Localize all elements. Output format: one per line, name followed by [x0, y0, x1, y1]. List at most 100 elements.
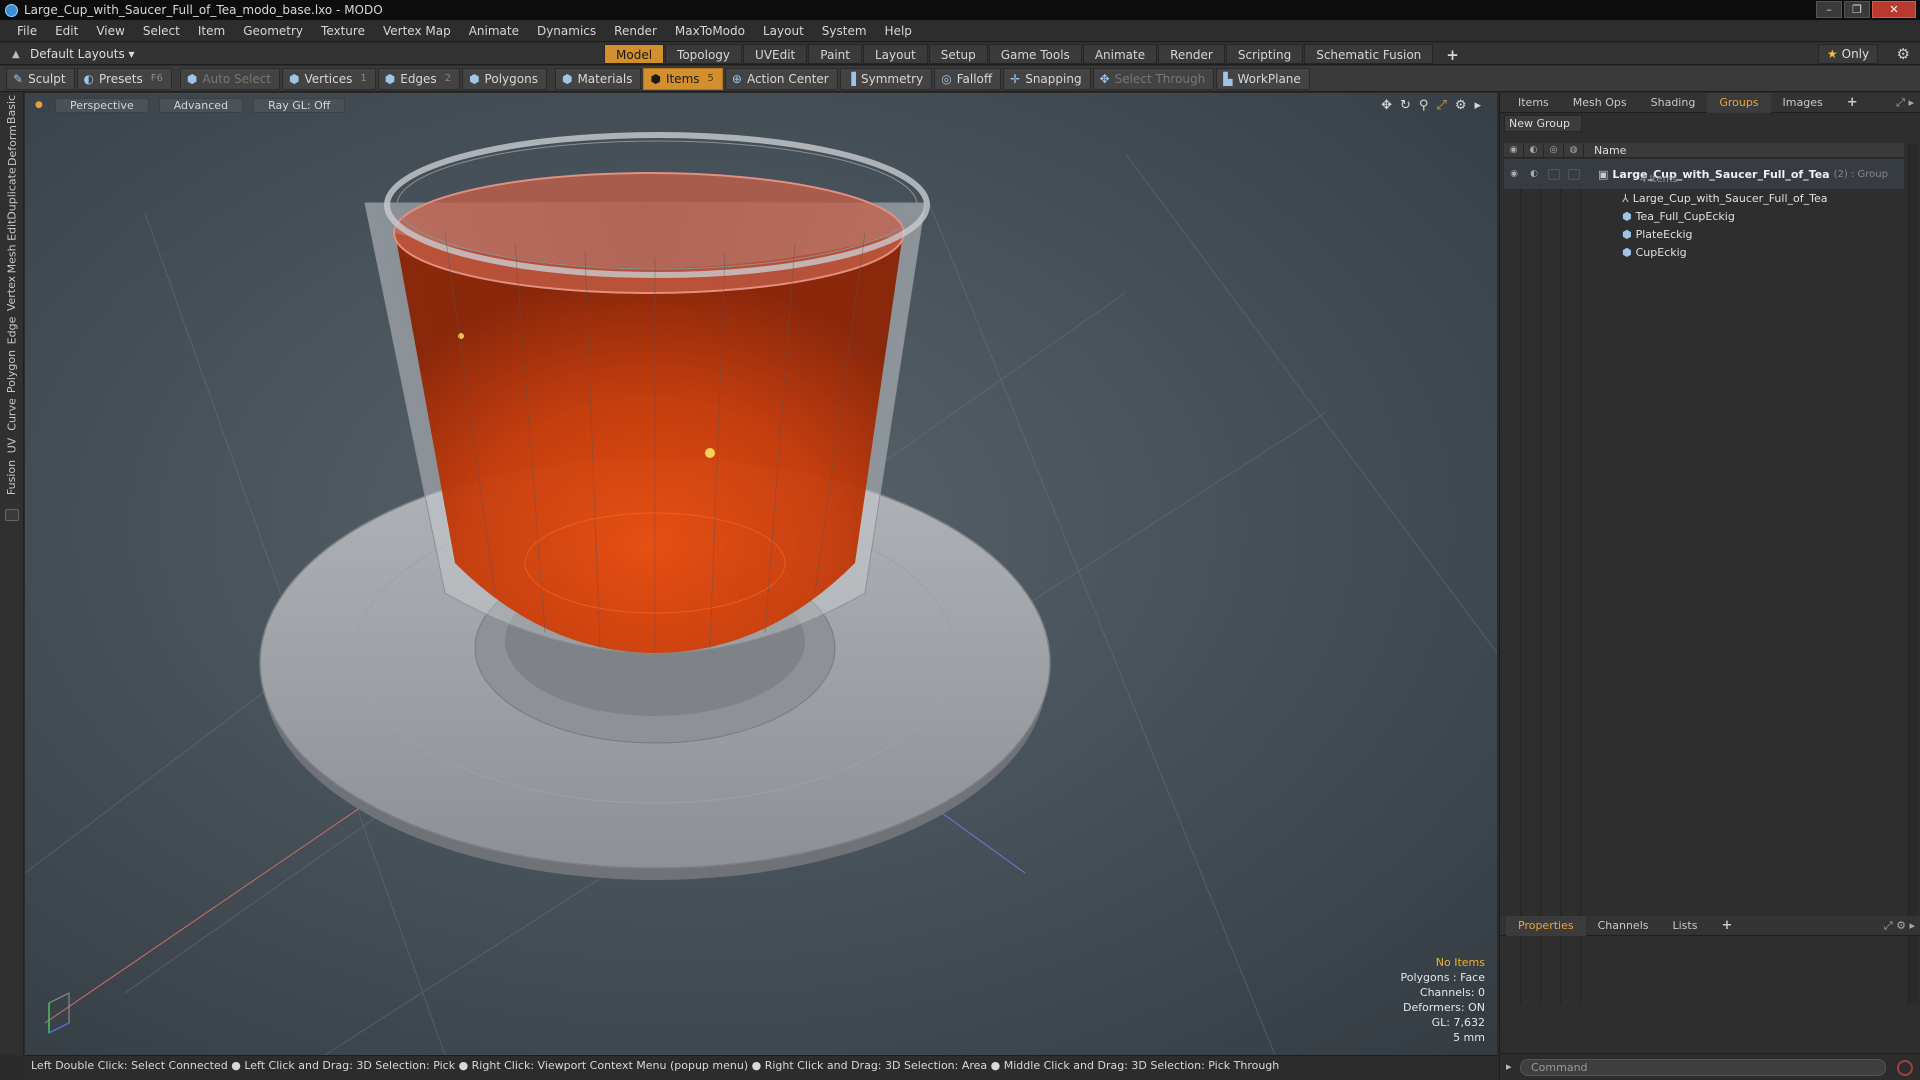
shading-mode-selector[interactable]: Advanced	[158, 98, 244, 113]
menu-select[interactable]: Select	[134, 20, 189, 42]
layout-selector[interactable]: ▲ Default Layouts ▾	[6, 47, 145, 61]
menu-layout[interactable]: Layout	[754, 20, 813, 42]
menu-help[interactable]: Help	[876, 20, 921, 42]
new-group-button[interactable]: New Group	[1504, 115, 1582, 132]
tab-properties[interactable]: Properties	[1506, 915, 1586, 936]
tab-groups[interactable]: Groups	[1707, 92, 1771, 113]
select-column-icon[interactable]: ◍	[1564, 142, 1584, 158]
sidebar-tab-polygon[interactable]: Polygon	[3, 349, 21, 393]
symmetry-button[interactable]: ▐ Symmetry	[839, 67, 933, 90]
select-through-button[interactable]: ✥ Select Through	[1092, 67, 1215, 90]
3d-viewport[interactable]: ● Perspective Advanced Ray GL: Off ✥ ↻ ⚲…	[25, 93, 1497, 1055]
add-panel-tab-button[interactable]: +	[1835, 93, 1870, 113]
panel-expand-icon[interactable]: ⤢ ▸	[1896, 96, 1914, 110]
rotate-icon[interactable]: ↻	[1400, 98, 1411, 113]
restore-button[interactable]: ❐	[1844, 1, 1870, 18]
fit-icon[interactable]: ⤢	[1436, 98, 1446, 113]
only-button[interactable]: ★ Only	[1818, 44, 1878, 64]
menu-vertex-map[interactable]: Vertex Map	[374, 20, 460, 42]
tab-channels[interactable]: Channels	[1586, 916, 1661, 936]
tab-game-tools[interactable]: Game Tools	[988, 44, 1082, 64]
command-input[interactable]	[1520, 1059, 1886, 1076]
zoom-icon[interactable]: ⚲	[1419, 98, 1429, 113]
tab-model[interactable]: Model	[604, 44, 665, 64]
tab-scripting[interactable]: Scripting	[1225, 44, 1304, 64]
menu-file[interactable]: File	[8, 20, 46, 42]
tab-images[interactable]: Images	[1771, 93, 1835, 113]
sidebar-tab-basic[interactable]: Basic	[3, 94, 21, 123]
lock-toggle[interactable]	[1548, 168, 1560, 180]
sidebar-tab-vertex[interactable]: Vertex	[3, 275, 21, 311]
gear-icon[interactable]: ⚙	[1897, 45, 1910, 63]
tab-setup[interactable]: Setup	[928, 44, 988, 64]
presets-button[interactable]: ◐ Presets F6	[76, 67, 172, 90]
add-properties-tab-button[interactable]: +	[1709, 916, 1744, 936]
menu-view[interactable]: View	[87, 20, 133, 42]
tab-topology[interactable]: Topology	[665, 44, 743, 64]
viewport-menu-icon[interactable]: ●	[35, 98, 45, 113]
tab-paint[interactable]: Paint	[808, 44, 862, 64]
tab-uvedit[interactable]: UVEdit	[743, 44, 808, 64]
materials-button[interactable]: ⬢ Materials	[554, 67, 642, 90]
tab-render[interactable]: Render	[1158, 44, 1225, 64]
sidebar-tab-curve[interactable]: Curve	[3, 397, 21, 431]
menu-item[interactable]: Item	[189, 20, 234, 42]
sidebar-expand-icon[interactable]	[5, 509, 19, 521]
menu-texture[interactable]: Texture	[312, 20, 374, 42]
view-mode-selector[interactable]: Perspective	[55, 98, 149, 113]
tab-layout[interactable]: Layout	[862, 44, 928, 64]
falloff-button[interactable]: ◎ Falloff	[934, 67, 1002, 90]
menu-edit[interactable]: Edit	[46, 20, 87, 42]
render-toggle-icon[interactable]: ◐	[1524, 169, 1544, 179]
list-item[interactable]: ⬢ PlateEckig	[1504, 225, 1904, 243]
items-button[interactable]: ⬢ Items 5	[643, 67, 723, 90]
snapping-button[interactable]: ✛ Snapping	[1003, 67, 1091, 90]
workplane-button[interactable]: ▙ WorkPlane	[1216, 67, 1310, 90]
action-center-button[interactable]: ⊕ Action Center	[724, 67, 838, 90]
eye-icon[interactable]: ◉	[1504, 169, 1524, 179]
sidebar-tab-duplicate[interactable]: Duplicate	[3, 167, 21, 219]
sidebar-tab-fusion[interactable]: Fusion	[3, 459, 21, 495]
edges-button[interactable]: ⬢ Edges 2	[377, 67, 461, 90]
menu-geometry[interactable]: Geometry	[234, 20, 312, 42]
add-tab-button[interactable]: +	[1434, 44, 1471, 64]
lock-column-icon[interactable]: ◎	[1544, 142, 1564, 158]
auto-select-button[interactable]: ⬢ Auto Select	[179, 67, 281, 90]
render-column-icon[interactable]: ◐	[1524, 142, 1544, 158]
vertices-button[interactable]: ⬢ Vertices 1	[282, 67, 376, 90]
tab-mesh-ops[interactable]: Mesh Ops	[1561, 93, 1639, 113]
sidebar-tab-uv[interactable]: UV	[3, 435, 21, 455]
raygl-toggle[interactable]: Ray GL: Off	[253, 98, 346, 113]
name-column-header[interactable]: Name	[1584, 144, 1626, 157]
menu-animate[interactable]: Animate	[460, 20, 528, 42]
minimize-button[interactable]: –	[1816, 1, 1842, 18]
polygons-button[interactable]: ⬢ Polygons	[462, 67, 547, 90]
sculpt-button[interactable]: ✎ Sculpt	[6, 67, 75, 90]
menu-system[interactable]: System	[813, 20, 876, 42]
group-row[interactable]: ◉ ◐ ▣ Large_Cup_with_Saucer_Full_of_Tea …	[1504, 159, 1904, 189]
viewport-expand-icon[interactable]: ▸	[1474, 98, 1481, 113]
list-item[interactable]: ⅄ Large_Cup_with_Saucer_Full_of_Tea	[1504, 189, 1904, 207]
list-item[interactable]: ⬢ Tea_Full_CupEckig	[1504, 207, 1904, 225]
tab-shading[interactable]: Shading	[1639, 93, 1708, 113]
command-history-icon[interactable]: ▸	[1506, 1060, 1512, 1073]
sidebar-tab-deform[interactable]: Deform	[3, 125, 21, 166]
menu-maxtomodo[interactable]: MaxToModo	[666, 20, 754, 42]
close-button[interactable]: ✕	[1872, 1, 1916, 18]
list-item[interactable]: ⬢ CupEckig	[1504, 243, 1904, 261]
sidebar-tab-mesh-edit[interactable]: Mesh Edit	[3, 219, 21, 273]
tab-lists[interactable]: Lists	[1661, 916, 1710, 936]
sidebar-tab-edge[interactable]: Edge	[3, 315, 21, 345]
select-toggle[interactable]	[1568, 168, 1580, 180]
menu-render[interactable]: Render	[605, 20, 666, 42]
visibility-column-icon[interactable]: ◉	[1504, 142, 1524, 158]
menu-dynamics[interactable]: Dynamics	[528, 20, 605, 42]
record-icon[interactable]	[1897, 1060, 1913, 1076]
tab-items[interactable]: Items	[1506, 93, 1561, 113]
viewport-settings-icon[interactable]: ⚙	[1455, 98, 1467, 113]
tab-animate[interactable]: Animate	[1082, 44, 1158, 64]
tree-scrollbar[interactable]	[1908, 143, 1918, 1003]
pan-icon[interactable]: ✥	[1381, 98, 1392, 113]
tab-schematic-fusion[interactable]: Schematic Fusion	[1304, 44, 1434, 64]
properties-settings-icon[interactable]: ⤢ ⚙ ▸	[1884, 919, 1915, 933]
